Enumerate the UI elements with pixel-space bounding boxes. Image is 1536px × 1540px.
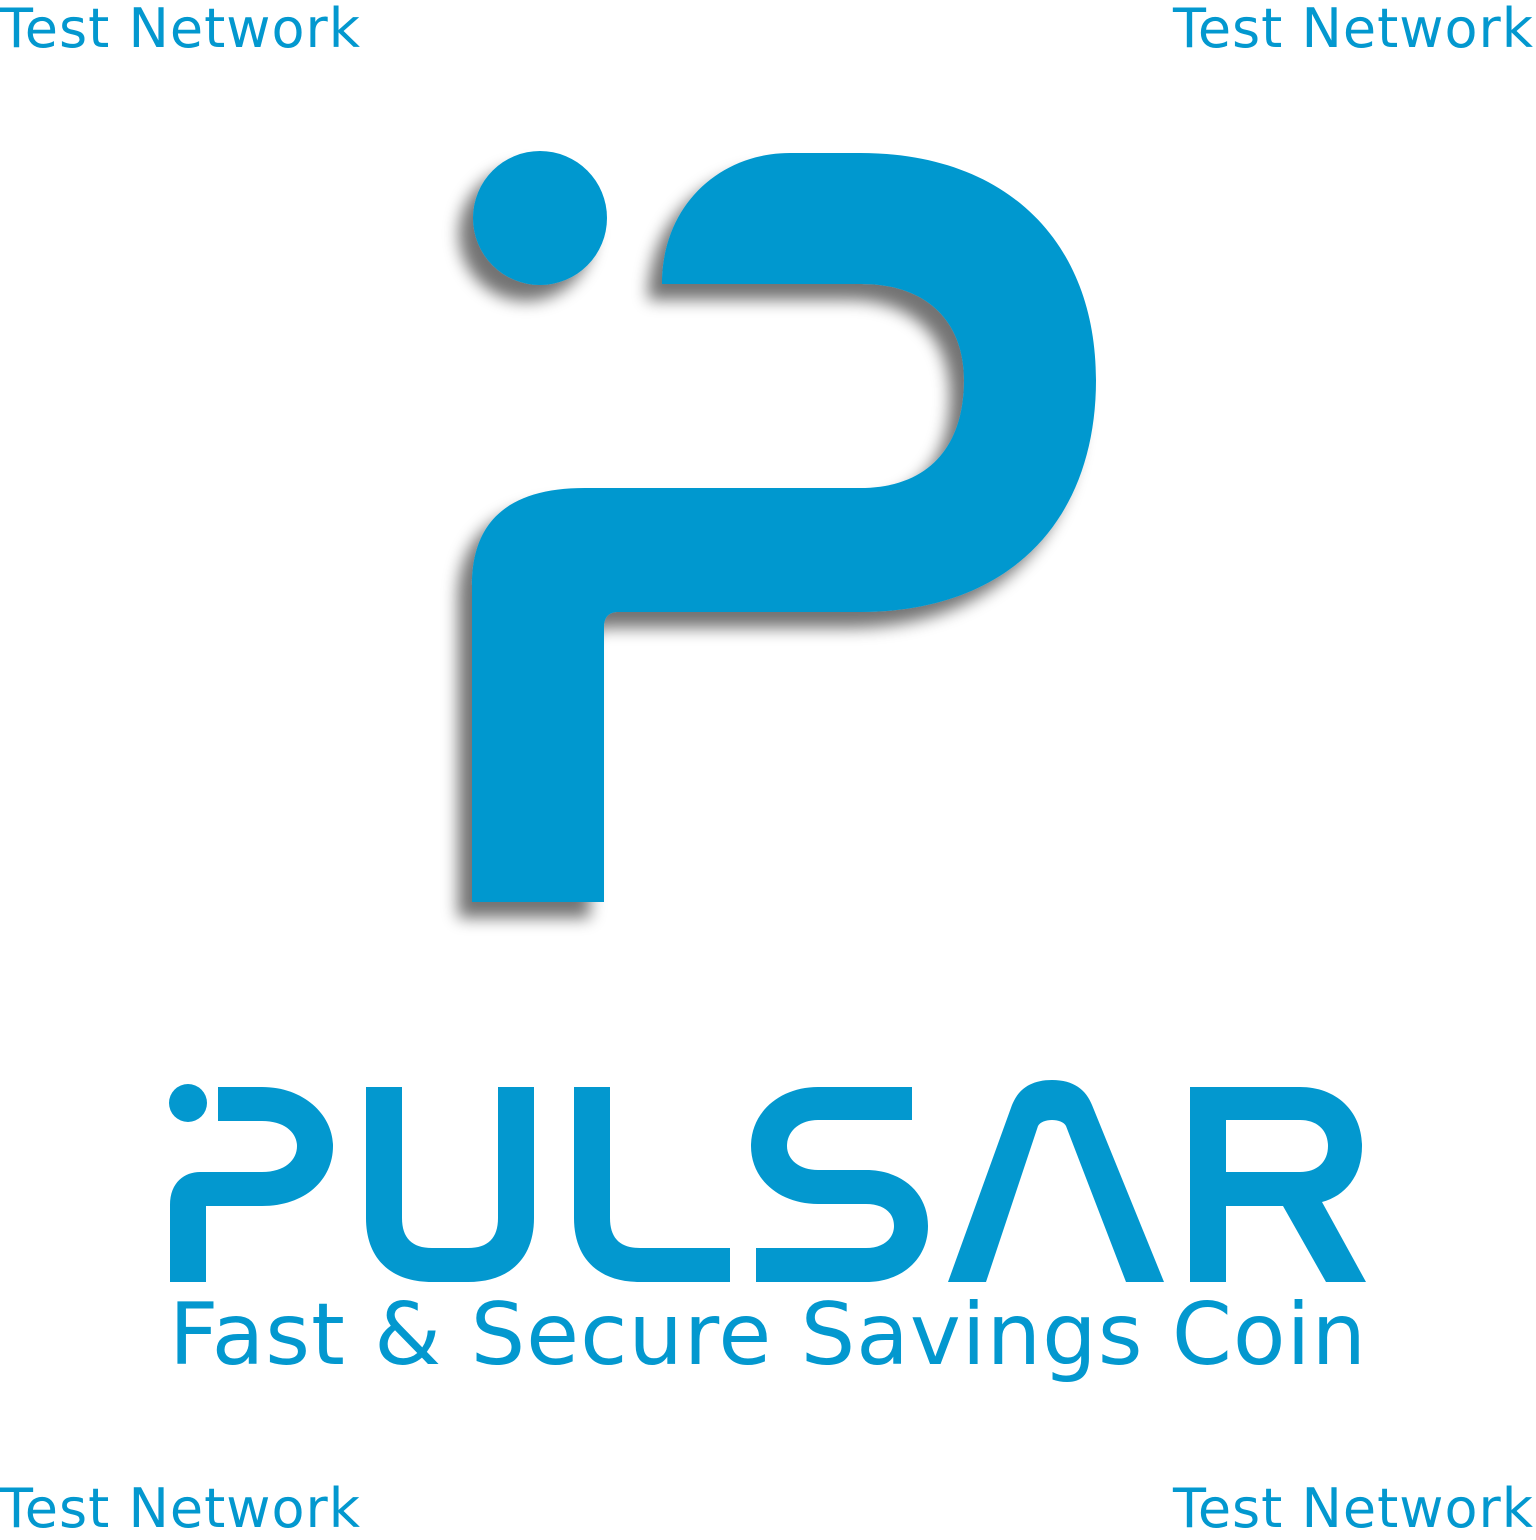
wordmark-letter-u <box>366 1087 534 1282</box>
wordmark-letter-l <box>574 1087 730 1282</box>
wordmark-letter-r <box>1190 1087 1366 1282</box>
watermark-bottom-left: Test Network <box>0 1477 361 1540</box>
wordmark-p-dot <box>169 1084 207 1122</box>
wordmark-letter-s <box>751 1087 928 1282</box>
brand-tagline: Fast & Secure Savings Coin <box>169 1285 1367 1385</box>
watermark-bottom-right: Test Network <box>1173 1477 1534 1540</box>
wordmark-letter-a <box>948 1080 1164 1282</box>
pulsar-p-icon <box>472 151 1096 902</box>
brand-name-wordmark <box>169 1080 1366 1282</box>
logo-dot <box>473 151 607 285</box>
